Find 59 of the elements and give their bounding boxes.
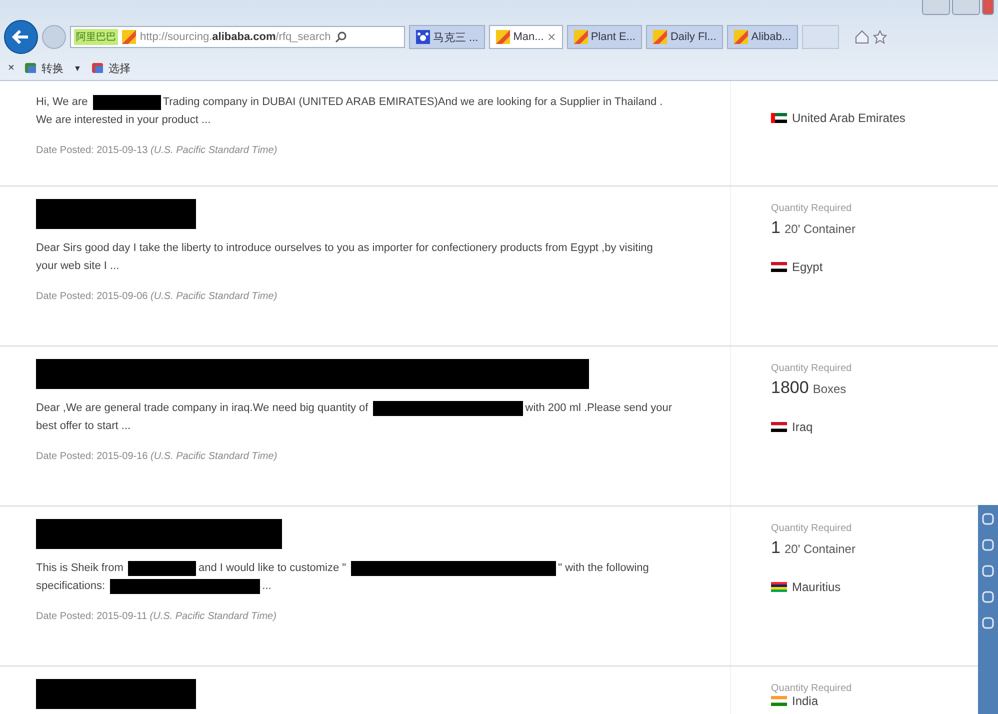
address-bar[interactable]: 阿里巴巴 http://sourcing.alibaba.com/rfq_search (70, 26, 405, 48)
quantity-value: 1 20' Container (771, 218, 856, 238)
toolbar-icon[interactable] (982, 591, 994, 603)
home-icon[interactable] (855, 30, 870, 44)
flag-icon (771, 422, 787, 432)
quantity-value: 1 20' Container (771, 538, 856, 558)
browser-tab[interactable]: Alibab... (727, 25, 798, 49)
site-label: 阿里巴巴 (74, 29, 118, 45)
flag-icon (771, 113, 787, 123)
quantity-value: 1800 Boxes (771, 378, 846, 398)
country-name: United Arab Emirates (792, 111, 906, 125)
request-message: Dear Sirs good day I take the liberty to introduce ourselves to you as importer for confectionery products from Egypt ,by visiting your web site I ... (36, 241, 654, 274)
request-message: Dear ,We are general trade company in iraq.We need big quantity of with 200 ml .Please send your best offer to start ... (36, 400, 674, 434)
search-icon[interactable] (334, 31, 347, 43)
toolbar-button[interactable]: 转换 (24, 60, 64, 76)
maximize-button[interactable] (952, 0, 980, 15)
favicon-icon (496, 30, 510, 44)
toolbar-icon[interactable] (982, 565, 994, 577)
quantity-label: Quantity Required (771, 203, 853, 214)
star-icon[interactable] (873, 30, 888, 44)
close-button[interactable] (982, 0, 994, 15)
browser-tab[interactable]: 马克三 ... (409, 25, 486, 49)
back-button[interactable] (4, 20, 38, 54)
browser-tab[interactable]: Plant E... (566, 25, 642, 49)
back-arrow-icon (12, 30, 30, 44)
request-message: Hi, We are Trading company in DUBAI (UNITED ARAB EMIRATES)And we are looking for a Supplier in Thailand . We are interested in your product ... (36, 94, 664, 128)
favicon-icon (574, 30, 588, 44)
country-name: Mauritius (792, 580, 841, 594)
minimize-button[interactable] (922, 0, 950, 15)
flag-icon (771, 696, 787, 706)
forward-button[interactable] (42, 25, 66, 49)
browser-tab[interactable]: Daily Fl... (646, 25, 724, 49)
favicon-icon (734, 30, 748, 44)
date-posted: Date Posted: 2015-09-13 (U.S. Pacific Standard Time) (36, 145, 278, 156)
toolbar-icon[interactable] (982, 617, 994, 629)
country-name: Iraq (792, 420, 813, 434)
toolbar-icon[interactable] (982, 539, 994, 551)
flag-icon (771, 582, 787, 592)
toolbar-icon (91, 62, 106, 74)
paw-icon (416, 30, 430, 44)
caret-icon[interactable]: ▼ (73, 64, 82, 72)
quantity-label: Quantity Required (771, 523, 853, 534)
country-name: Egypt (792, 260, 823, 274)
quantity-label: Quantity Required (771, 683, 853, 694)
flag-icon (771, 262, 787, 272)
favicon-icon (653, 30, 668, 44)
browser-tab[interactable]: Man... ✕ (489, 25, 563, 49)
toolbar-icon[interactable] (982, 513, 994, 525)
date-posted: Date Posted: 2015-09-16 (U.S. Pacific Standard Time) (36, 451, 278, 462)
close-toolbar-button[interactable]: × (8, 62, 14, 74)
country-name: India (792, 694, 818, 708)
date-posted: Date Posted: 2015-09-06 (U.S. Pacific Standard Time) (36, 291, 278, 302)
url-text: http://sourcing.alibaba.com/rfq_search (140, 31, 331, 43)
date-posted: Date Posted: 2015-09-11 (U.S. Pacific Standard Time) (36, 611, 278, 622)
request-message: This is Sheik from and I would like to customize " " with the following specifications: ... (36, 560, 650, 595)
quantity-label: Quantity Required (771, 363, 853, 374)
toolbar-icon (24, 62, 38, 74)
toolbar-button[interactable]: 选择 (91, 60, 130, 76)
favicon-icon (122, 30, 136, 44)
